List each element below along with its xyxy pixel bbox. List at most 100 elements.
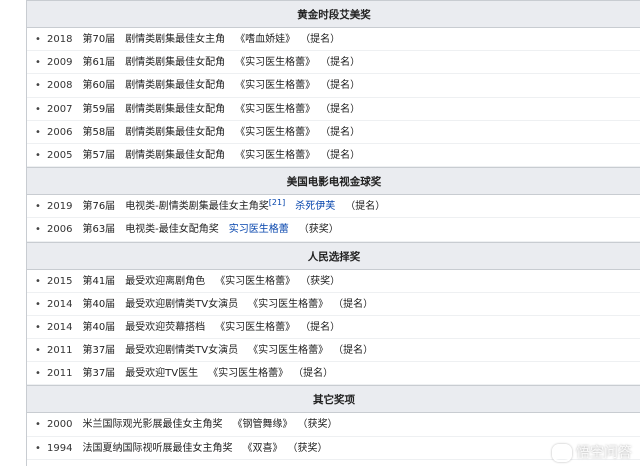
work-title: 《实习医生格蕾》 — [215, 275, 296, 287]
list-item: • 2018 第70届 剧情类剧集最佳女主角 《嗜血娇娃》 （提名） — [27, 28, 640, 52]
list-item: • 2019 第76届 电视类-剧情类剧集最佳女主角奖[21] 杀死伊芙 （提名） — [27, 195, 640, 219]
result: （提名） — [345, 201, 386, 213]
category: 最受欢迎离剧角色 — [125, 275, 206, 287]
session: 第40届 — [82, 298, 116, 310]
result: （提名） — [325, 103, 361, 115]
reference-link[interactable]: [21] — [269, 198, 285, 207]
section-header-golden-globe: 美国电影电视金球奖 — [27, 167, 640, 196]
session: 第59届 — [82, 103, 116, 115]
result: （提名） — [325, 80, 361, 92]
speech-bubble-icon — [552, 444, 572, 462]
bullet-icon: • — [35, 368, 41, 380]
year: 2014 — [47, 298, 73, 310]
category: 最受欢迎剧情类TV女演员 — [125, 298, 239, 310]
watermark: 悟空问答 — [552, 442, 632, 462]
list-item: • 2014 第40届 最受欢迎剧情类TV女演员 《实习医生格蕾》 （提名） — [27, 293, 640, 316]
result: （提名） — [325, 126, 361, 138]
result: （获奖） — [292, 442, 328, 454]
work-title: 《实习医生格蕾》 — [235, 126, 316, 138]
work-title: 《实习医生格蕾》 — [235, 103, 316, 115]
result: （提名） — [305, 34, 341, 45]
year: 2007 — [47, 103, 73, 115]
session: 第63届 — [82, 224, 116, 236]
bullet-icon: • — [35, 442, 41, 454]
category: 剧情类剧集最佳女配角 — [125, 126, 226, 138]
year: 2011 — [47, 345, 73, 357]
work-title: 《实习医生格蕾》 — [208, 368, 289, 380]
category: 电视类-最佳女配角奖 — [125, 224, 219, 236]
category: 法国夏纳国际视听展最佳女主角奖 — [82, 442, 233, 454]
session: 第40届 — [82, 321, 116, 333]
work-title: 《实习医生格蕾》 — [248, 298, 329, 310]
list-item: • 2006 第58届 剧情类剧集最佳女配角 《实习医生格蕾》 （提名） — [27, 121, 640, 144]
bullet-icon: • — [35, 103, 41, 115]
category: 剧情类剧集最佳女主角 — [125, 34, 226, 45]
bullet-icon: • — [35, 80, 41, 92]
bullet-icon: • — [35, 201, 41, 213]
list-item: • 2007 第59届 剧情类剧集最佳女配角 《实习医生格蕾》 （提名） — [27, 98, 640, 121]
bullet-icon: • — [35, 34, 41, 45]
bullet-icon: • — [35, 298, 41, 310]
result: （提名） — [338, 298, 374, 310]
work-title: 《双喜》 — [242, 442, 283, 454]
year: 2008 — [47, 80, 73, 92]
list-item: • 1994 法国夏纳国际视听展最佳女主角奖 《双喜》 （获奖） — [27, 437, 640, 460]
session: 第37届 — [82, 368, 116, 380]
section-header-other-awards: 其它奖项 — [27, 385, 640, 414]
result: （获奖） — [305, 275, 341, 287]
category: 最受欢迎荧幕搭档 — [125, 321, 206, 333]
category: 电视类-剧情类剧集最佳女主角奖 — [125, 201, 269, 213]
session: 第60届 — [82, 80, 116, 92]
year: 2011 — [47, 368, 73, 380]
result: （提名） — [298, 368, 334, 380]
list-item: • 2015 第41届 最受欢迎离剧角色 《实习医生格蕾》 （获奖） — [27, 270, 640, 293]
session: 第76届 — [82, 201, 116, 213]
watermark-text: 悟空问答 — [576, 445, 632, 461]
result: （获奖） — [302, 419, 338, 431]
bullet-icon: • — [35, 321, 41, 333]
category: 剧情类剧集最佳女配角 — [125, 57, 226, 69]
list-item: • 2008 第60届 剧情类剧集最佳女配角 《实习医生格蕾》 （提名） — [27, 74, 640, 98]
work-title-link[interactable]: 实习医生格蕾 — [229, 224, 289, 235]
session: 第70届 — [82, 34, 116, 45]
work-title: 《实习医生格蕾》 — [215, 321, 296, 333]
bullet-icon: • — [35, 149, 41, 161]
work-title-link[interactable]: 杀死伊芙 — [295, 201, 335, 212]
list-item: • 2011 第37届 最受欢迎剧情类TV女演员 《实习医生格蕾》 （提名） — [27, 339, 640, 363]
result: （提名） — [305, 321, 341, 333]
result: （提名） — [325, 57, 361, 69]
year: 2006 — [47, 126, 73, 138]
work-title: 《实习医生格蕾》 — [248, 345, 329, 357]
list-item: • 2014 第40届 最受欢迎荧幕搭档 《实习医生格蕾》 （提名） — [27, 316, 640, 340]
category: 剧情类剧集最佳女配角 — [125, 103, 226, 115]
year: 2006 — [47, 224, 73, 236]
list-item: • 2000 米兰国际观光影展最佳女主角奖 《钢管舞缘》 （获奖） — [27, 413, 640, 437]
category: 剧情类剧集最佳女配角 — [125, 80, 226, 92]
year: 2019 — [47, 201, 73, 213]
session: 第37届 — [82, 345, 116, 357]
year: 2018 — [47, 34, 73, 45]
work-title: 《实习医生格蕾》 — [235, 80, 316, 92]
list-item: • 2005 第57届 剧情类剧集最佳女配角 《实习医生格蕾》 （提名） — [27, 144, 640, 168]
work-title: 《钢管舞缘》 — [232, 419, 293, 431]
result: （获奖） — [298, 224, 339, 236]
work-title: 《实习医生格蕾》 — [235, 149, 316, 161]
section-header-peoples-choice: 人民选择奖 — [27, 241, 640, 270]
result: （提名） — [325, 149, 361, 161]
category: 最受欢迎剧情类TV女演员 — [125, 345, 239, 357]
year: 2014 — [47, 321, 73, 333]
section-header-emmy: 黄金时段艾美奖 — [27, 0, 640, 28]
year: 2009 — [47, 57, 73, 69]
year: 1994 — [47, 442, 73, 454]
awards-table: 黄金时段艾美奖 • 2018 第70届 剧情类剧集最佳女主角 《嗜血娇娃》 （提名） • 2… — [26, 0, 640, 466]
bullet-icon: • — [35, 224, 41, 236]
work-title: 《嗜血娇娃》 — [235, 34, 296, 45]
work-title: 《实习医生格蕾》 — [235, 57, 316, 69]
bullet-icon: • — [35, 345, 41, 357]
year: 2015 — [47, 275, 73, 287]
category: 米兰国际观光影展最佳女主角奖 — [82, 419, 223, 431]
category: 剧情类剧集最佳女配角 — [125, 149, 226, 161]
bullet-icon: • — [35, 126, 41, 138]
bullet-icon: • — [35, 419, 41, 431]
year: 2005 — [47, 149, 73, 161]
